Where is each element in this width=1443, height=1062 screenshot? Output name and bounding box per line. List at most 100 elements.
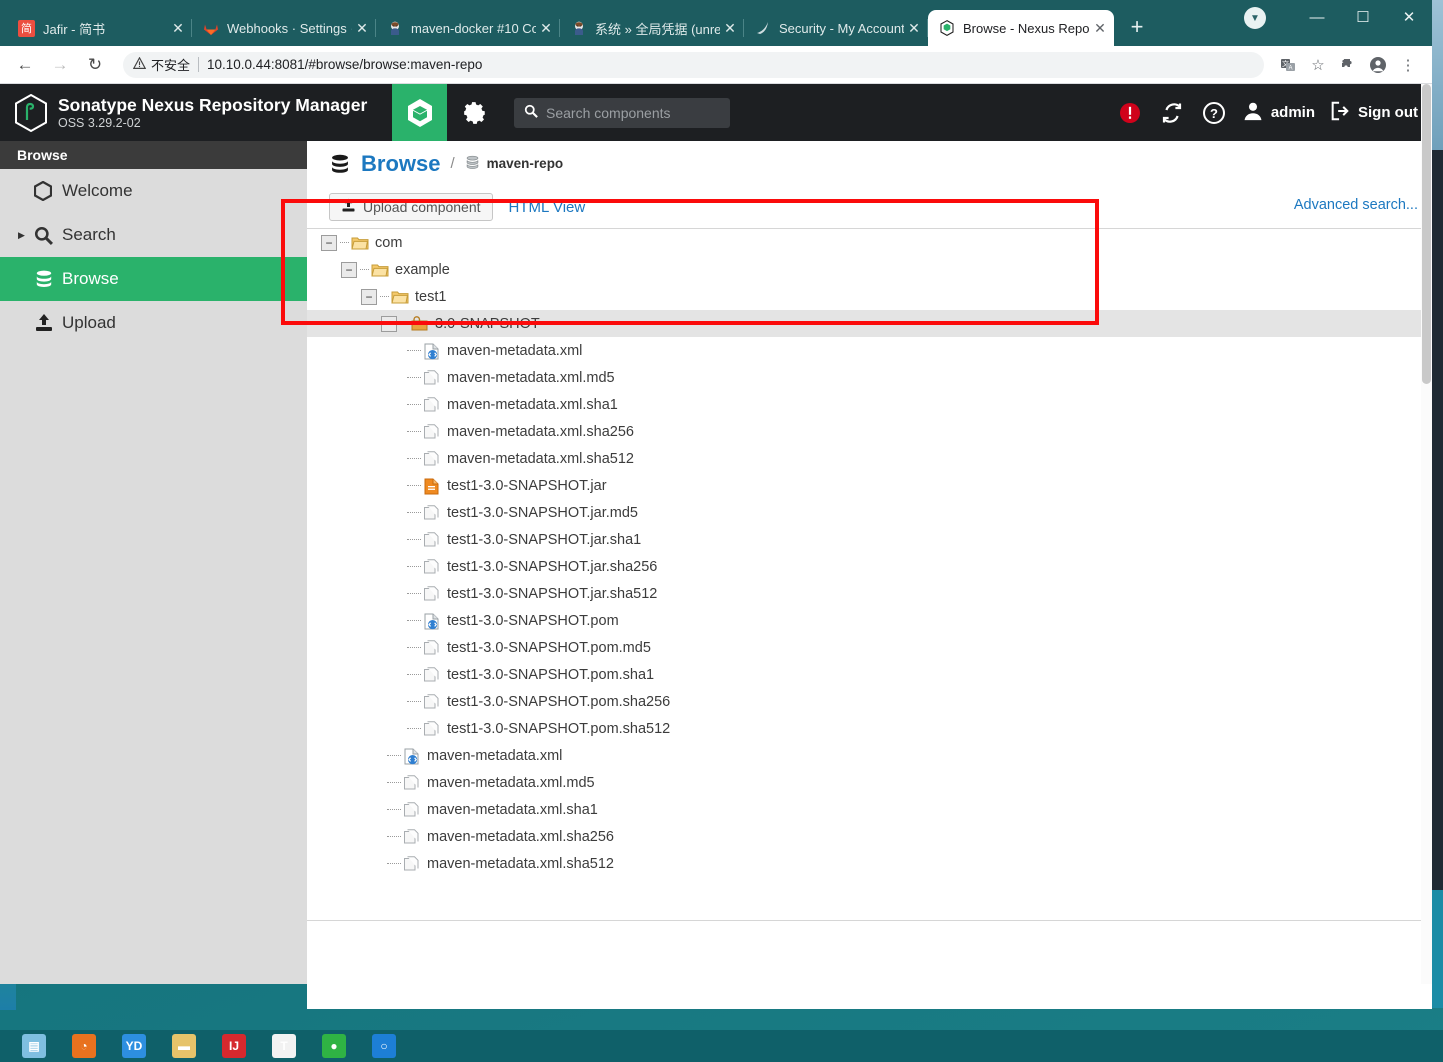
taskbar-typora-icon[interactable]: T [272,1034,296,1058]
taskbar-folder-icon[interactable]: ▬ [172,1034,196,1058]
tree-file-row[interactable]: test1-3.0-SNAPSHOT.pom.sha256 [307,688,1432,715]
tab-close-button[interactable]: ✕ [168,20,188,37]
tree-file-row[interactable]: maven-metadata.xml.sha256 [307,418,1432,445]
tree-indent-guide [307,283,361,310]
chevron-right-icon[interactable]: ▶ [18,230,34,241]
tree-file-row[interactable]: maven-metadata.xml.sha1 [307,796,1432,823]
tab-close-button[interactable]: ✕ [352,20,372,37]
reload-button[interactable]: ↻ [80,50,110,80]
tree-collapse-toggle-icon[interactable]: − [381,315,397,332]
tree-file-row[interactable]: maven-metadata.xml.sha1 [307,391,1432,418]
page-scrollbar[interactable] [1421,84,1432,984]
sidebar-header: Browse [0,141,307,169]
window-controls: — ☐ ✕ [1294,0,1432,34]
page-scrollbar-thumb[interactable] [1422,84,1431,384]
translate-icon[interactable]: 文A [1274,51,1302,79]
tab-close-button[interactable]: ✕ [1090,20,1110,37]
tree-file-row[interactable]: test1-3.0-SNAPSHOT.jar.sha512 [307,580,1432,607]
taskbar-firefox-icon[interactable]: ◔ [72,1034,96,1058]
tree-file-row[interactable]: test1-3.0-SNAPSHOT.jar.sha1 [307,526,1432,553]
tree-folder-row[interactable]: − example [307,256,1432,283]
alert-error-icon[interactable] [1116,99,1144,127]
profile-avatar-icon[interactable] [1364,51,1392,79]
tab-close-button[interactable]: ✕ [536,20,556,37]
tree-file-row[interactable]: maven-metadata.xml.md5 [307,364,1432,391]
browser-tab-1[interactable]: Webhooks · Settings · ✕ [192,10,376,46]
repository-tree-panel[interactable]: − com − example − test1 − 3.0-SNAPSHOT maven-met… [307,228,1432,1009]
address-bar[interactable]: 不安全 10.10.0.44:8081/#browse/browse:maven… [123,51,1264,78]
sidebar-item-upload[interactable]: Upload [0,301,307,345]
tree-collapse-toggle-icon[interactable]: − [341,261,357,278]
user-menu[interactable]: admin [1242,100,1315,126]
tree-file-row[interactable]: maven-metadata.xml.sha512 [307,445,1432,472]
refresh-icon[interactable] [1158,99,1186,127]
bookmark-star-icon[interactable]: ☆ [1304,51,1332,79]
taskbar-explorer-icon[interactable]: ▤ [22,1034,46,1058]
browser-tab-2[interactable]: maven-docker #10 Co ✕ [376,10,560,46]
tree-file-row[interactable]: maven-metadata.xml.sha256 [307,823,1432,850]
tree-file-row[interactable]: maven-metadata.xml.sha512 [307,850,1432,877]
tree-file-row[interactable]: test1-3.0-SNAPSHOT.pom.md5 [307,634,1432,661]
browser-tab-4[interactable]: Security - My Account ✕ [744,10,928,46]
sidebar-item-label: Search [62,225,116,244]
xml-icon [423,343,441,359]
search-components-box[interactable] [514,97,730,128]
tree-collapse-toggle-icon[interactable]: − [321,234,337,251]
settings-gear-icon[interactable] [447,84,502,141]
tree-file-row[interactable]: test1-3.0-SNAPSHOT.pom.sha512 [307,715,1432,742]
tree-file-row[interactable]: test1-3.0-SNAPSHOT.jar.sha256 [307,553,1432,580]
window-maximize-button[interactable]: ☐ [1340,0,1386,34]
tab-close-button[interactable]: ✕ [720,20,740,37]
taskbar-loading-icon[interactable]: ○ [372,1034,396,1058]
tree-indent-guide [307,823,381,850]
tab-close-button[interactable]: ✕ [904,20,924,37]
browser-tab-3[interactable]: 系统 » 全局凭据 (unrest ✕ [560,10,744,46]
file-icon [403,774,421,791]
window-minimize-button[interactable]: — [1294,0,1340,34]
forward-button[interactable]: → [45,50,75,80]
tree-file-row[interactable]: test1-3.0-SNAPSHOT.jar.md5 [307,499,1432,526]
help-question-icon[interactable]: ? [1200,99,1228,127]
breadcrumb-repository[interactable]: maven-repo [465,155,563,173]
taskbar-intellij-icon[interactable]: IJ [222,1034,246,1058]
sidebar-item-welcome[interactable]: Welcome [0,169,307,213]
tree-folder-row[interactable]: − com [307,229,1432,256]
tree-file-row[interactable]: maven-metadata.xml [307,742,1432,769]
sign-out-button[interactable]: Sign out [1329,100,1418,126]
taskbar-wechat-icon[interactable]: ● [322,1034,346,1058]
sidebar-item-browse[interactable]: Browse [0,257,307,301]
chrome-menu-icon[interactable]: ⋮ [1394,51,1422,79]
search-input[interactable] [546,104,720,121]
browser-tab-5-active[interactable]: Browse - Nexus Repos ✕ [928,10,1114,46]
browser-profile-badge-icon[interactable]: ▼ [1244,7,1266,29]
tab-favicon-jenkins [386,20,403,37]
advanced-search-link[interactable]: Advanced search... [1294,197,1418,213]
nexus-application: Sonatype Nexus Repository Manager OSS 3.… [0,84,1432,1009]
tree-file-row[interactable]: test1-3.0-SNAPSHOT.pom [307,607,1432,634]
tree-collapse-toggle-icon[interactable]: − [361,288,377,305]
tree-file-row[interactable]: test1-3.0-SNAPSHOT.pom.sha1 [307,661,1432,688]
sidebar-item-search[interactable]: ▶ Search [0,213,307,257]
tree-file-row[interactable]: maven-metadata.xml.md5 [307,769,1432,796]
browse-cube-icon[interactable] [392,84,447,141]
tree-folder-row[interactable]: − test1 [307,283,1432,310]
tree-file-row[interactable]: maven-metadata.xml [307,337,1432,364]
breadcrumb-browse-link[interactable]: Browse [361,151,440,177]
browser-tab-0[interactable]: 简 Jafir - 简书 ✕ [8,10,192,46]
back-button[interactable]: ← [10,50,40,80]
taskbar-youdao-icon[interactable]: YD [122,1034,146,1058]
file-icon [423,666,441,683]
new-tab-button[interactable]: + [1120,12,1154,46]
file-icon [403,828,421,845]
html-view-link[interactable]: HTML View [509,199,586,216]
extensions-icon[interactable] [1334,51,1362,79]
tree-node-label: maven-metadata.xml.md5 [427,774,595,791]
nexus-brand[interactable]: Sonatype Nexus Repository Manager OSS 3.… [0,93,392,132]
tree-file-row[interactable]: test1-3.0-SNAPSHOT.jar [307,472,1432,499]
window-close-button[interactable]: ✕ [1386,0,1432,34]
tree-folder-row[interactable]: − 3.0-SNAPSHOT [307,310,1432,337]
tree-indent-guide [307,634,401,661]
search-icon [34,226,62,245]
tree-indent-guide [307,229,321,256]
upload-component-button[interactable]: Upload component [329,193,493,221]
